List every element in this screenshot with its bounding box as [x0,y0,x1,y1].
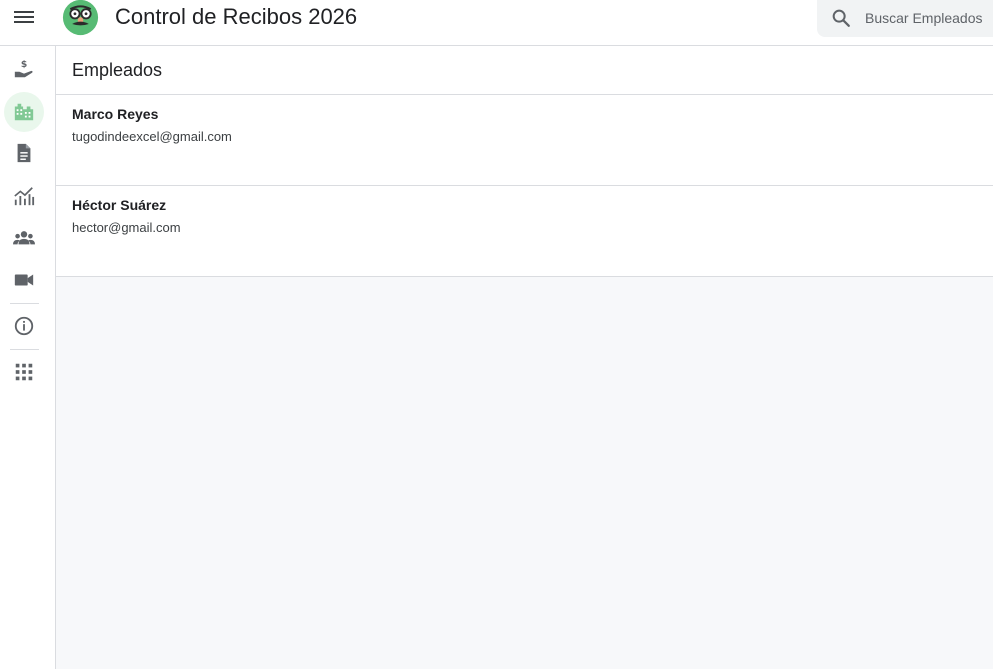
top-app-bar: Control de Recibos 2026 [0,0,993,46]
payment-hand-icon: $ [14,59,33,78]
page-header: Empleados [56,46,993,95]
search-bar[interactable] [817,0,993,37]
employee-list-item[interactable]: Marco Reyes tugodindeexcel@gmail.com [56,95,993,186]
sidebar-item-payments[interactable]: $ [4,49,44,89]
sidebar-item-videos[interactable] [4,260,44,300]
employee-email: hector@gmail.com [72,220,181,235]
employee-list-item[interactable]: Héctor Suárez hector@gmail.com [56,186,993,277]
building-icon [14,103,34,121]
page-title: Empleados [72,60,163,80]
sidebar-item-reports[interactable] [4,176,44,216]
sidebar: $ [0,46,56,669]
video-icon [14,274,34,286]
people-icon [13,231,35,245]
employee-email: tugodindeexcel@gmail.com [72,129,232,144]
employee-name: Héctor Suárez [72,197,167,213]
document-icon [17,143,31,163]
sidebar-item-apps[interactable] [4,352,44,392]
svg-text:$: $ [21,59,27,70]
sidebar-item-employees[interactable] [4,218,44,258]
sidebar-divider [10,349,39,350]
search-input[interactable] [865,6,993,30]
app-logo-icon [62,0,99,36]
hamburger-menu-icon[interactable] [12,7,36,27]
sidebar-item-companies[interactable] [4,92,44,132]
chart-icon [14,187,35,206]
sidebar-item-info[interactable] [4,306,44,346]
main-content: Empleados Marco Reyes tugodindeexcel@gma… [56,46,993,669]
app-title: Control de Recibos 2026 [115,4,358,29]
sidebar-divider [10,303,39,304]
apps-grid-icon [15,363,33,381]
info-icon [14,316,34,336]
sidebar-item-receipts[interactable] [4,133,44,173]
employee-name: Marco Reyes [72,106,159,122]
search-icon[interactable] [830,7,852,29]
